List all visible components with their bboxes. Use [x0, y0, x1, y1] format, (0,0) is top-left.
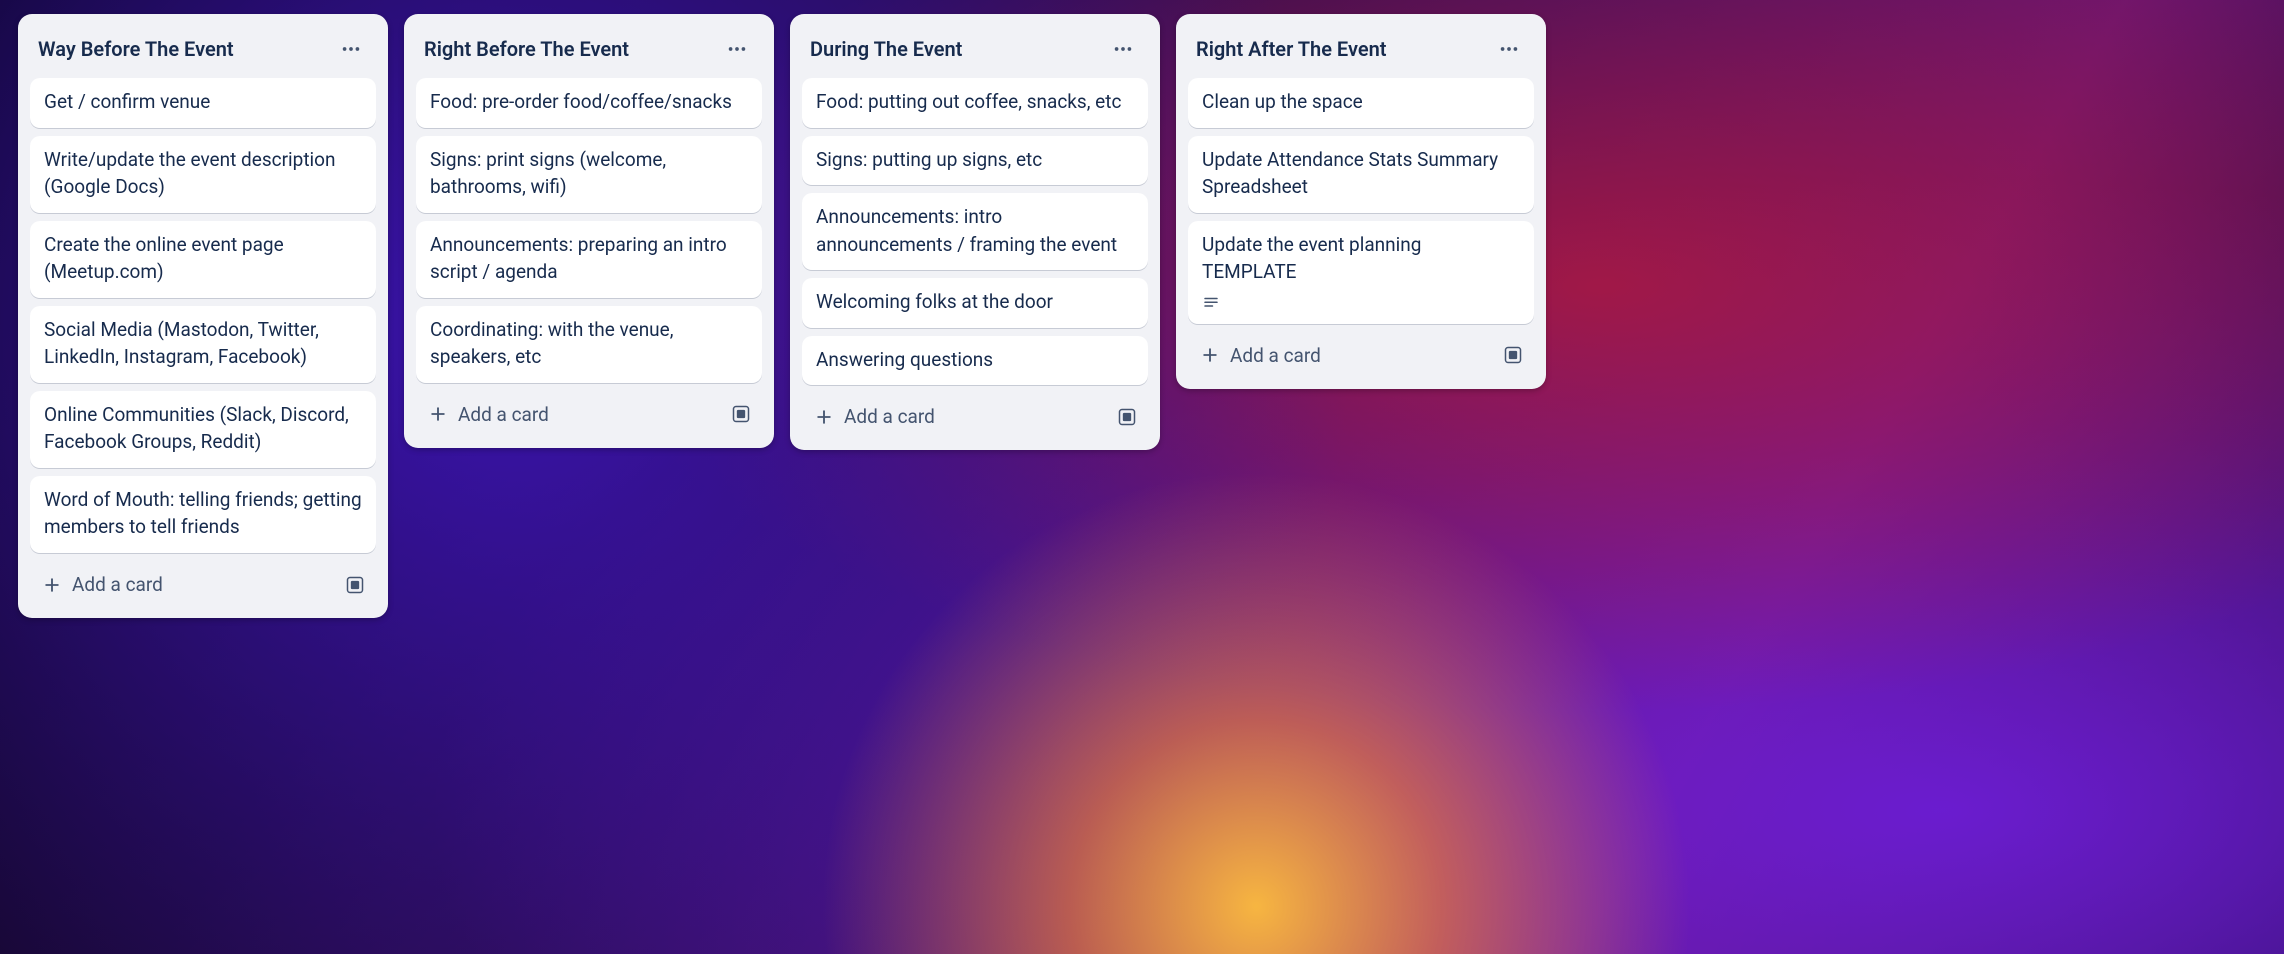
- add-card-label: Add a card: [1230, 344, 1321, 367]
- list-header: During The Event: [800, 24, 1150, 78]
- card[interactable]: Food: putting out coffee, snacks, etc: [802, 78, 1148, 128]
- ellipsis-icon: [1112, 38, 1134, 60]
- template-icon: [731, 404, 751, 424]
- add-card-button[interactable]: Add a card: [1192, 336, 1488, 375]
- card-list: Get / confirm venue Write/update the even…: [28, 78, 378, 553]
- card[interactable]: Clean up the space: [1188, 78, 1534, 128]
- list-footer: Add a card: [1186, 324, 1536, 377]
- ellipsis-icon: [340, 38, 362, 60]
- card-title: Clean up the space: [1202, 88, 1520, 116]
- list: Right After The Event Clean up the space U…: [1176, 14, 1546, 389]
- card-title: Signs: putting up signs, etc: [816, 146, 1134, 174]
- description-icon: [1202, 294, 1220, 312]
- card[interactable]: Signs: print signs (welcome, bathrooms, …: [416, 136, 762, 213]
- add-card-label: Add a card: [72, 573, 163, 596]
- list: During The Event Food: putting out coffee…: [790, 14, 1160, 450]
- plus-icon: [1200, 345, 1220, 365]
- list-title[interactable]: Right After The Event: [1196, 37, 1387, 61]
- card-list: Food: pre-order food/coffee/snacks Signs:…: [414, 78, 764, 383]
- list-actions-button[interactable]: [1492, 32, 1526, 66]
- list-footer: Add a card: [28, 553, 378, 606]
- card-template-button[interactable]: [1110, 400, 1144, 434]
- card-title: Write/update the event description (Goog…: [44, 146, 362, 201]
- card-template-button[interactable]: [1496, 338, 1530, 372]
- list-title[interactable]: Way Before The Event: [38, 37, 234, 61]
- card[interactable]: Signs: putting up signs, etc: [802, 136, 1148, 186]
- card[interactable]: Social Media (Mastodon, Twitter, LinkedI…: [30, 306, 376, 383]
- card[interactable]: Coordinating: with the venue, speakers, …: [416, 306, 762, 383]
- list-header: Way Before The Event: [28, 24, 378, 78]
- add-card-label: Add a card: [458, 403, 549, 426]
- card-title: Welcoming folks at the door: [816, 288, 1134, 316]
- list-title[interactable]: Right Before The Event: [424, 37, 629, 61]
- list-header: Right After The Event: [1186, 24, 1536, 78]
- ellipsis-icon: [726, 38, 748, 60]
- card-title: Announcements: intro announcements / fra…: [816, 203, 1134, 258]
- card[interactable]: Announcements: preparing an intro script…: [416, 221, 762, 298]
- card[interactable]: Update Attendance Stats Summary Spreadsh…: [1188, 136, 1534, 213]
- card[interactable]: Update the event planning TEMPLATE: [1188, 221, 1534, 324]
- card-title: Coordinating: with the venue, speakers, …: [430, 316, 748, 371]
- board: Way Before The Event Get / confirm venue W…: [0, 0, 2284, 954]
- card-title: Answering questions: [816, 346, 1134, 374]
- card-title: Food: pre-order food/coffee/snacks: [430, 88, 748, 116]
- add-card-button[interactable]: Add a card: [34, 565, 330, 604]
- card[interactable]: Welcoming folks at the door: [802, 278, 1148, 328]
- list-actions-button[interactable]: [1106, 32, 1140, 66]
- ellipsis-icon: [1498, 38, 1520, 60]
- card-title: Food: putting out coffee, snacks, etc: [816, 88, 1134, 116]
- card-title: Online Communities (Slack, Discord, Face…: [44, 401, 362, 456]
- list-actions-button[interactable]: [720, 32, 754, 66]
- card-title: Signs: print signs (welcome, bathrooms, …: [430, 146, 748, 201]
- card-title: Social Media (Mastodon, Twitter, LinkedI…: [44, 316, 362, 371]
- add-card-button[interactable]: Add a card: [420, 395, 716, 434]
- plus-icon: [428, 404, 448, 424]
- add-card-label: Add a card: [844, 405, 935, 428]
- list-actions-button[interactable]: [334, 32, 368, 66]
- card[interactable]: Answering questions: [802, 336, 1148, 386]
- card-title: Get / confirm venue: [44, 88, 362, 116]
- card-title: Word of Mouth: telling friends; getting …: [44, 486, 362, 541]
- card-title: Update the event planning TEMPLATE: [1202, 231, 1520, 286]
- card-badges: [1202, 294, 1520, 312]
- card[interactable]: Create the online event page (Meetup.com…: [30, 221, 376, 298]
- card-list: Clean up the space Update Attendance Stat…: [1186, 78, 1536, 324]
- card[interactable]: Food: pre-order food/coffee/snacks: [416, 78, 762, 128]
- template-icon: [1503, 345, 1523, 365]
- card[interactable]: Word of Mouth: telling friends; getting …: [30, 476, 376, 553]
- card-list: Food: putting out coffee, snacks, etc Sig…: [800, 78, 1150, 385]
- card-title: Update Attendance Stats Summary Spreadsh…: [1202, 146, 1520, 201]
- card-title: Announcements: preparing an intro script…: [430, 231, 748, 286]
- template-icon: [345, 575, 365, 595]
- card[interactable]: Online Communities (Slack, Discord, Face…: [30, 391, 376, 468]
- template-icon: [1117, 407, 1137, 427]
- card-template-button[interactable]: [338, 568, 372, 602]
- list-footer: Add a card: [414, 383, 764, 436]
- card[interactable]: Announcements: intro announcements / fra…: [802, 193, 1148, 270]
- card-template-button[interactable]: [724, 397, 758, 431]
- list-title[interactable]: During The Event: [810, 37, 962, 61]
- list: Way Before The Event Get / confirm venue W…: [18, 14, 388, 618]
- list: Right Before The Event Food: pre-order fo…: [404, 14, 774, 448]
- list-footer: Add a card: [800, 385, 1150, 438]
- list-header: Right Before The Event: [414, 24, 764, 78]
- plus-icon: [42, 575, 62, 595]
- plus-icon: [814, 407, 834, 427]
- add-card-button[interactable]: Add a card: [806, 397, 1102, 436]
- card-title: Create the online event page (Meetup.com…: [44, 231, 362, 286]
- card[interactable]: Get / confirm venue: [30, 78, 376, 128]
- card[interactable]: Write/update the event description (Goog…: [30, 136, 376, 213]
